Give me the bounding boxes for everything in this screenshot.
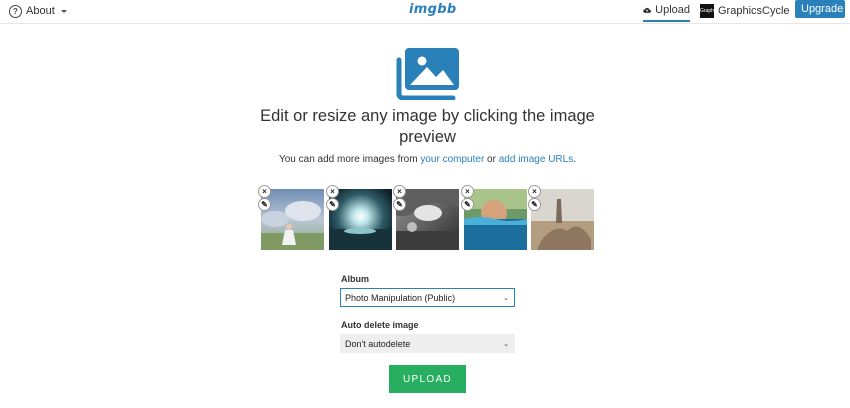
image-preview[interactable]	[396, 189, 459, 250]
chevron-down-icon: ⌄	[503, 340, 509, 348]
edit-icon[interactable]: ✎	[393, 198, 406, 211]
image-preview[interactable]	[531, 189, 594, 250]
upload-button[interactable]: UPLOAD	[389, 365, 466, 393]
close-icon[interactable]: ×	[393, 185, 406, 198]
image-preview[interactable]	[464, 189, 527, 250]
image-preview[interactable]	[329, 189, 392, 250]
add-image-urls-link[interactable]: add image URLs	[499, 154, 573, 165]
auto-delete-select-value: Don't autodelete	[345, 338, 411, 349]
upload-nav-label: Upload	[655, 4, 690, 16]
close-icon[interactable]: ×	[258, 185, 271, 198]
top-navbar: ? About imgbb Upload Graphi GraphicsCycl…	[0, 0, 850, 24]
help-circle-icon: ?	[9, 4, 22, 18]
edit-icon[interactable]: ✎	[528, 198, 541, 211]
avatar: Graphi	[700, 3, 714, 18]
site-logo[interactable]: imgbb	[409, 2, 456, 17]
about-menu[interactable]: ? About	[9, 2, 67, 20]
user-name: GraphicsCycle	[718, 4, 790, 17]
auto-delete-select[interactable]: Don't autodelete ⌄	[340, 334, 515, 353]
chevron-down-icon: ⌄	[503, 294, 509, 302]
image-preview[interactable]	[261, 189, 324, 250]
user-menu[interactable]: Graphi GraphicsCycle	[700, 2, 802, 19]
cloud-upload-icon	[643, 7, 651, 13]
page-headline: Edit or resize any image by clicking the…	[260, 107, 595, 146]
auto-delete-label: Auto delete image	[341, 320, 419, 330]
upload-nav-link[interactable]: Upload	[643, 0, 690, 22]
edit-icon[interactable]: ✎	[258, 198, 271, 211]
album-select-value: Photo Manipulation (Public)	[345, 292, 456, 303]
album-select[interactable]: Photo Manipulation (Public) ⌄	[340, 288, 515, 307]
close-icon[interactable]: ×	[461, 185, 474, 198]
image-gallery-icon	[396, 48, 459, 100]
add-images-hint: You can add more images from your comput…	[200, 154, 655, 165]
caret-down-icon	[60, 9, 67, 13]
your-computer-link[interactable]: your computer	[420, 154, 484, 165]
hint-middle: or	[484, 154, 499, 165]
upgrade-button[interactable]: Upgrade	[795, 0, 845, 18]
close-icon[interactable]: ×	[528, 185, 541, 198]
album-label: Album	[341, 274, 369, 284]
hint-suffix: .	[573, 154, 576, 165]
hint-prefix: You can add more images from	[278, 154, 421, 165]
edit-icon[interactable]: ✎	[461, 198, 474, 211]
edit-icon[interactable]: ✎	[326, 198, 339, 211]
close-icon[interactable]: ×	[326, 185, 339, 198]
about-label: About	[26, 5, 55, 17]
